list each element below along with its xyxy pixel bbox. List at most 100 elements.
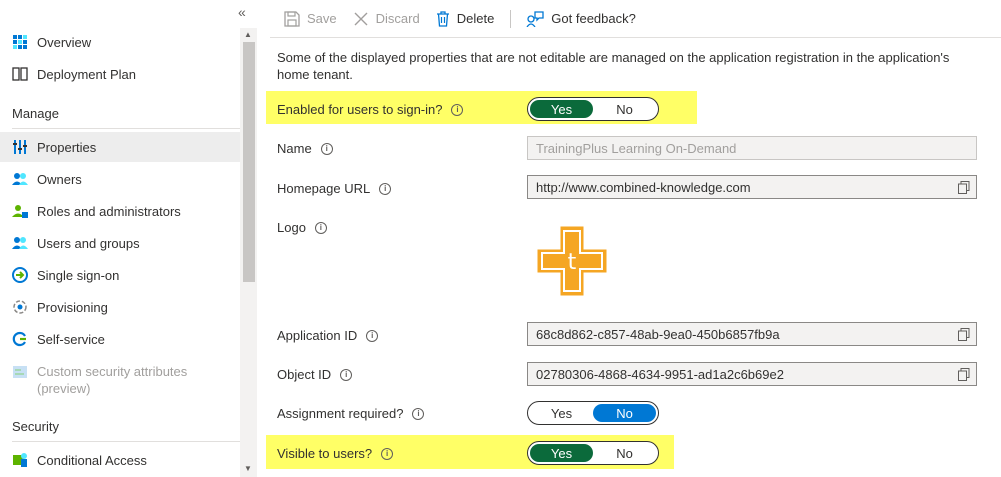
visible-toggle[interactable]: Yes No <box>527 441 659 465</box>
sidebar-item-users-groups[interactable]: Users and groups <box>0 228 240 258</box>
sidebar-item-label: Provisioning <box>37 299 108 315</box>
app-id-field[interactable]: 68c8d862-c857-48ab-9ea0-450b6857fb9a <box>527 322 977 346</box>
sidebar-item-overview[interactable]: Overview <box>0 27 240 57</box>
info-message: Some of the displayed properties that ar… <box>277 50 950 82</box>
manage-section-header: Manage <box>12 106 59 121</box>
sidebar-item-label: Conditional Access <box>37 452 147 468</box>
save-icon <box>284 10 300 27</box>
sidebar-item-deployment-plan[interactable]: Deployment Plan <box>0 59 240 89</box>
close-icon <box>353 11 369 27</box>
sidebar-item-label: Roles and administrators <box>37 203 181 219</box>
sidebar-item-provisioning[interactable]: Provisioning <box>0 292 240 322</box>
name-label: Name <box>277 141 312 156</box>
sidebar: « Overview Deployment Plan Manage Proper… <box>0 0 257 477</box>
app-id-label: Application ID <box>277 328 358 343</box>
assignment-toggle[interactable]: Yes No <box>527 401 659 425</box>
custom-attributes-icon <box>11 363 29 381</box>
enabled-field-label: Enabled for users to sign-in? i <box>277 102 464 117</box>
sidebar-item-self-service[interactable]: Self-service <box>0 324 240 354</box>
app-id-field-label: Application ID i <box>277 328 379 343</box>
person-badge-icon <box>11 202 29 220</box>
security-section-header: Security <box>12 419 59 434</box>
app-id-value: 68c8d862-c857-48ab-9ea0-450b6857fb9a <box>536 326 780 342</box>
discard-button[interactable]: Discard <box>353 11 420 27</box>
provisioning-icon <box>11 298 29 316</box>
name-field-label: Name i <box>277 141 333 156</box>
copy-icon[interactable] <box>958 368 970 384</box>
visible-field-label: Visible to users? i <box>277 446 394 461</box>
sidebar-item-label: Overview <box>37 34 92 50</box>
name-value: TrainingPlus Learning On-Demand <box>536 140 737 156</box>
info-icon[interactable]: i <box>412 407 425 420</box>
self-service-icon <box>11 330 29 348</box>
sidebar-item-label: Owners <box>37 171 82 187</box>
enabled-no-option[interactable]: No <box>593 100 656 118</box>
save-label: Save <box>307 11 337 26</box>
sign-in-icon <box>11 266 29 284</box>
sidebar-item-custom-security: Custom security attributes (preview) <box>0 359 240 397</box>
info-icon[interactable]: i <box>320 142 333 155</box>
conditional-access-icon <box>11 451 29 469</box>
sidebar-item-sso[interactable]: Single sign-on <box>0 260 240 290</box>
logo-field-label: Logo i <box>277 220 327 235</box>
object-id-field-label: Object ID i <box>277 367 353 382</box>
command-bar: Save Discard Delete Got feedback? <box>270 0 1001 38</box>
feedback-button[interactable]: Got feedback? <box>526 10 636 27</box>
info-icon[interactable]: i <box>314 221 327 234</box>
sidebar-item-label: Single sign-on <box>37 267 120 283</box>
enabled-toggle[interactable]: Yes No <box>527 97 659 121</box>
homepage-value: http://www.combined-knowledge.com <box>536 179 751 195</box>
object-id-field[interactable]: 02780306-4868-4634-9951-ad1a2c6b69e2 <box>527 362 977 386</box>
feedback-label: Got feedback? <box>551 11 636 26</box>
logo-label: Logo <box>277 220 306 235</box>
delete-button[interactable]: Delete <box>436 10 495 27</box>
sidebar-item-properties[interactable]: Properties <box>0 132 240 162</box>
grid-icon <box>11 33 29 51</box>
sidebar-item-roles[interactable]: Roles and administrators <box>0 196 240 226</box>
scrollbar-thumb[interactable] <box>243 42 255 282</box>
discard-label: Discard <box>375 11 420 26</box>
info-icon[interactable]: i <box>366 329 379 342</box>
sidebar-item-label: Properties <box>37 139 97 155</box>
assignment-label: Assignment required? <box>277 406 404 421</box>
book-icon <box>11 65 29 83</box>
sidebar-item-label: Self-service <box>37 331 105 347</box>
homepage-field[interactable]: http://www.combined-knowledge.com <box>527 175 977 199</box>
people-icon <box>11 234 29 252</box>
delete-label: Delete <box>456 11 495 26</box>
logo-letter: t <box>568 250 577 275</box>
copy-icon[interactable] <box>958 328 970 344</box>
enabled-label: Enabled for users to sign-in? <box>277 102 443 117</box>
scroll-up-icon[interactable]: ▲ <box>244 30 252 39</box>
visible-no-option[interactable]: No <box>593 444 656 462</box>
feedback-icon <box>526 10 544 27</box>
assignment-field-label: Assignment required? i <box>277 406 425 421</box>
name-field[interactable]: TrainingPlus Learning On-Demand <box>527 136 977 160</box>
info-icon[interactable]: i <box>451 103 464 116</box>
people-icon <box>11 170 29 188</box>
object-id-value: 02780306-4868-4634-9951-ad1a2c6b69e2 <box>536 366 784 382</box>
collapse-sidebar-button[interactable]: « <box>238 4 246 20</box>
visible-label: Visible to users? <box>277 446 373 461</box>
divider <box>12 128 248 129</box>
properties-icon <box>11 138 29 156</box>
enabled-yes-option[interactable]: Yes <box>530 100 593 118</box>
assignment-no-option[interactable]: No <box>593 404 656 422</box>
sidebar-item-owners[interactable]: Owners <box>0 164 240 194</box>
assignment-yes-option[interactable]: Yes <box>530 404 593 422</box>
sidebar-item-conditional-access[interactable]: Conditional Access <box>0 445 240 475</box>
copy-icon[interactable] <box>958 181 970 197</box>
info-icon[interactable]: i <box>381 447 394 460</box>
sidebar-item-label: Users and groups <box>37 235 140 251</box>
sidebar-item-label: Custom security attributes (preview) <box>37 364 188 396</box>
app-logo: t <box>537 226 607 296</box>
sidebar-item-label: Deployment Plan <box>37 66 136 82</box>
visible-yes-option[interactable]: Yes <box>530 444 593 462</box>
save-button[interactable]: Save <box>284 10 337 27</box>
info-icon[interactable]: i <box>340 368 353 381</box>
scroll-down-icon[interactable]: ▼ <box>244 464 252 473</box>
info-icon[interactable]: i <box>379 182 392 195</box>
object-id-label: Object ID <box>277 367 332 382</box>
homepage-label: Homepage URL <box>277 181 371 196</box>
divider <box>12 441 248 442</box>
